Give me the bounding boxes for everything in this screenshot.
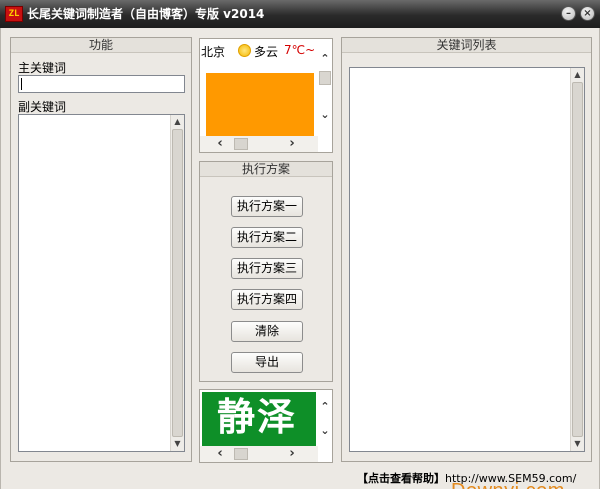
list-scroll-up-icon[interactable]: ▲ (571, 69, 584, 81)
chevron-up-icon[interactable]: ⌃ (319, 53, 331, 65)
help-label: 【点击查看帮助】 (357, 472, 445, 485)
main-keyword-input[interactable] (18, 75, 185, 93)
close-button[interactable]: × (580, 6, 595, 21)
export-button[interactable]: 导出 (231, 352, 303, 373)
main-keyword-label: 主关键词 (18, 61, 67, 75)
scheme-group: 执行方案 执行方案一 执行方案二 执行方案三 执行方案四 清除 导出 (199, 161, 333, 382)
function-group-title: 功能 (11, 38, 191, 53)
weather-condition: 多云 (254, 45, 279, 59)
sub-keyword-label: 副关键词 (18, 100, 67, 114)
clear-button[interactable]: 清除 (231, 321, 303, 342)
function-group: 功能 主关键词 副关键词 ▲ ▼ (10, 37, 192, 462)
chevron-down-icon[interactable]: ⌄ (319, 109, 331, 121)
window-title: 长尾关键词制造者（自由博客）专版 v2014 (27, 7, 265, 21)
weather-temperature: 7℃~ (284, 43, 316, 57)
ad-banner-text: 静泽 (216, 395, 297, 439)
sub-keyword-scrollbar[interactable]: ▲ ▼ (170, 115, 184, 451)
weather-widget[interactable]: 北京 多云 7℃~ ⌃ ⌄ ‹ › (199, 38, 333, 153)
scheme-group-title: 执行方案 (200, 162, 332, 177)
title-bar[interactable]: ZL 长尾关键词制造者（自由博客）专版 v2014 – × (0, 0, 600, 28)
list-scroll-down-icon[interactable]: ▼ (571, 438, 584, 450)
client-area: 功能 主关键词 副关键词 ▲ ▼ 北京 多云 7℃~ ⌃ ⌄ ‹ › 执行方案 … (0, 28, 600, 489)
app-icon: ZL (5, 6, 23, 22)
ad-hscroll-thumb[interactable] (234, 448, 248, 460)
scheme-4-button[interactable]: 执行方案四 (231, 289, 303, 310)
ad-chevron-left-icon[interactable]: ‹ (212, 446, 228, 462)
weather-city: 北京 (201, 45, 226, 59)
chevron-left-icon[interactable]: ‹ (212, 136, 228, 152)
scroll-up-icon[interactable]: ▲ (171, 116, 184, 128)
scheme-2-button[interactable]: 执行方案二 (231, 227, 303, 248)
weather-hscroll-thumb[interactable] (234, 138, 248, 150)
scheme-1-button[interactable]: 执行方案一 (231, 196, 303, 217)
ad-hscrollbar[interactable]: ‹ › (200, 446, 318, 462)
list-scroll-thumb[interactable] (572, 82, 583, 437)
keyword-list-group: 关键词列表 ▲ ▼ (341, 37, 592, 462)
chevron-right-icon[interactable]: › (284, 136, 300, 152)
scroll-down-icon[interactable]: ▼ (171, 438, 184, 450)
weather-banner (206, 73, 314, 136)
ad-widget[interactable]: 静泽 ⌃ ⌄ ‹ › (199, 389, 333, 463)
watermark: Downyi.com (451, 480, 565, 489)
weather-scroll-thumb[interactable] (319, 71, 331, 85)
ad-chevron-up-icon[interactable]: ⌃ (319, 401, 331, 413)
ad-chevron-right-icon[interactable]: › (284, 446, 300, 462)
weather-hscrollbar[interactable]: ‹ › (200, 136, 318, 152)
sun-icon (238, 44, 251, 57)
keyword-list-title: 关键词列表 (342, 38, 591, 53)
text-caret (21, 78, 22, 90)
scheme-3-button[interactable]: 执行方案三 (231, 258, 303, 279)
ad-chevron-down-icon[interactable]: ⌄ (319, 425, 331, 437)
minimize-button[interactable]: – (561, 6, 576, 21)
sub-keyword-textarea[interactable]: ▲ ▼ (18, 114, 185, 452)
keyword-list-box[interactable]: ▲ ▼ (349, 67, 585, 452)
keyword-list-scrollbar[interactable]: ▲ ▼ (570, 68, 584, 451)
scroll-thumb[interactable] (172, 129, 183, 437)
